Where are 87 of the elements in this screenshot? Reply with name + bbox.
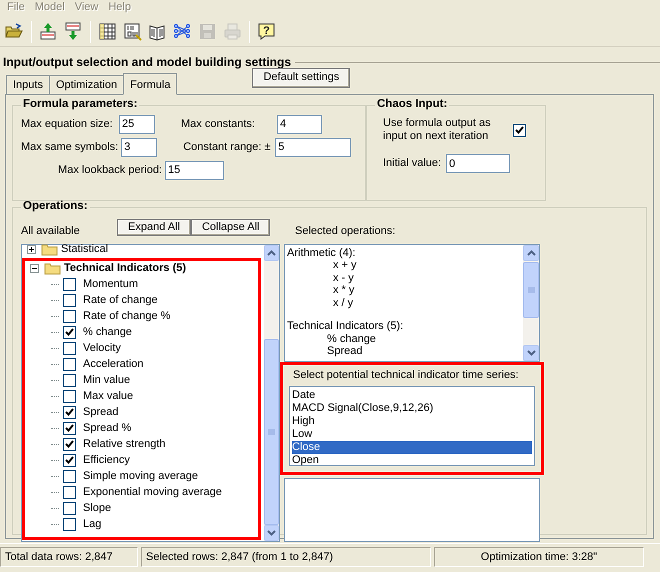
tree-item[interactable]: Rate of change xyxy=(83,294,158,308)
tree-button[interactable]: Collapse All xyxy=(190,219,270,236)
status-text: Selected rows: 2,847 (from 1 to 2,847) xyxy=(141,547,431,568)
status-text: Optimization time: 3:28" xyxy=(434,547,644,568)
checkbox[interactable] xyxy=(513,124,526,137)
checkbox[interactable] xyxy=(63,390,76,404)
scroll-thumb[interactable] xyxy=(264,338,279,525)
checkbox[interactable] xyxy=(63,438,76,452)
checkbox[interactable] xyxy=(63,358,76,372)
tree-button[interactable]: Expand All xyxy=(117,219,191,236)
checkbox[interactable] xyxy=(63,374,76,388)
operation-item: x + y xyxy=(332,259,357,272)
input-field[interactable]: 5 xyxy=(275,138,352,157)
checkbox[interactable] xyxy=(63,342,76,356)
input-field[interactable]: 0 xyxy=(446,154,510,174)
operation-group-label: Technical Indicators (5): xyxy=(287,320,404,333)
checkbox[interactable] xyxy=(63,518,76,532)
tree-item[interactable]: Lag xyxy=(83,518,102,532)
field-label: Initial value: xyxy=(383,157,442,170)
tree-item[interactable]: Min value xyxy=(83,374,130,388)
tree-item[interactable]: Rate of change % xyxy=(83,310,170,324)
expand-icon[interactable] xyxy=(27,245,36,254)
tree-item[interactable]: Efficiency xyxy=(83,454,130,468)
checkbox[interactable] xyxy=(63,502,76,516)
checkbox[interactable] xyxy=(63,310,76,324)
checkbox[interactable] xyxy=(63,278,76,292)
scroll-down-button[interactable] xyxy=(523,344,539,361)
field-label: Max equation size: xyxy=(21,118,114,131)
group-title: Operations: xyxy=(22,201,89,213)
input-field[interactable]: 3 xyxy=(121,138,158,157)
section-title: Input/output selection and model building settings xyxy=(3,55,291,70)
folder-icon xyxy=(44,262,61,276)
scroll-down-button[interactable] xyxy=(264,524,279,541)
tree-item[interactable]: Spread xyxy=(83,406,118,420)
input-field[interactable]: 25 xyxy=(119,114,155,134)
tree-item[interactable]: Spread % xyxy=(83,422,132,436)
list-item[interactable]: MACD Signal(Close,9,12,26) xyxy=(292,402,532,416)
list-item[interactable]: Close xyxy=(292,441,532,454)
checkbox[interactable] xyxy=(63,326,76,340)
list-item[interactable]: Low xyxy=(292,428,532,442)
list-label: All available xyxy=(21,225,81,238)
group-title: Formula parameters: xyxy=(22,99,138,111)
operation-item: % change xyxy=(326,332,376,346)
scroll-up-button[interactable] xyxy=(264,244,279,261)
tree-item[interactable]: Exponential moving average xyxy=(83,486,222,500)
operation-item: x / y xyxy=(332,296,354,310)
input-field[interactable]: 15 xyxy=(165,160,224,180)
tree-item[interactable]: Momentum xyxy=(83,278,138,292)
field-label: Max same symbols: xyxy=(21,140,120,154)
tree-item[interactable]: Simple moving average xyxy=(83,470,198,484)
tree-item[interactable]: Statistical xyxy=(61,243,108,256)
default-settings-button[interactable]: Default settings xyxy=(252,68,350,88)
list-item[interactable]: Open xyxy=(292,454,532,468)
list-label: Selected operations: xyxy=(295,225,396,238)
operation-item: x - y xyxy=(332,272,354,284)
field-label: Constant range: ± xyxy=(183,140,272,154)
group-title: Chaos Input: xyxy=(376,99,448,111)
checkbox[interactable] xyxy=(63,294,76,308)
checkbox[interactable] xyxy=(63,486,76,500)
collapse-icon[interactable] xyxy=(30,264,39,274)
list-item[interactable]: Date xyxy=(292,389,532,402)
tree-item[interactable]: Max value xyxy=(83,390,134,404)
tree-item[interactable]: Velocity xyxy=(83,342,121,356)
scroll-thumb[interactable] xyxy=(523,262,539,318)
tab[interactable]: Inputs xyxy=(6,75,50,94)
status-text: Total data rows: 2,847 xyxy=(0,547,138,568)
field-label: Max lookback period: xyxy=(57,164,163,177)
tree-item[interactable]: Relative strength xyxy=(83,438,166,452)
tree-item[interactable]: Acceleration xyxy=(83,358,144,372)
list-label: Select potential technical indicator time series: xyxy=(292,368,519,382)
scroll-up-button[interactable] xyxy=(523,244,539,261)
tree-item[interactable]: Technical Indicators (5) xyxy=(64,262,186,276)
operation-group-label: Arithmetic (4): xyxy=(287,246,356,260)
checkbox[interactable] xyxy=(63,454,76,468)
list-item[interactable]: High xyxy=(292,415,532,428)
tree-item[interactable]: Slope xyxy=(83,502,112,516)
checkbox-label: Use formula output as input on next iteration xyxy=(383,116,492,144)
operation-item: x * y xyxy=(332,284,354,297)
field-label: Max constants: xyxy=(181,118,256,131)
checkbox[interactable] xyxy=(63,470,76,484)
checkbox[interactable] xyxy=(63,422,76,436)
input-field[interactable]: 4 xyxy=(277,114,322,134)
tab[interactable]: Formula xyxy=(123,73,178,96)
checkbox[interactable] xyxy=(63,406,76,420)
operation-item: Spread xyxy=(326,345,362,358)
folder-icon xyxy=(41,243,58,256)
tree-item[interactable]: % change xyxy=(83,326,132,340)
